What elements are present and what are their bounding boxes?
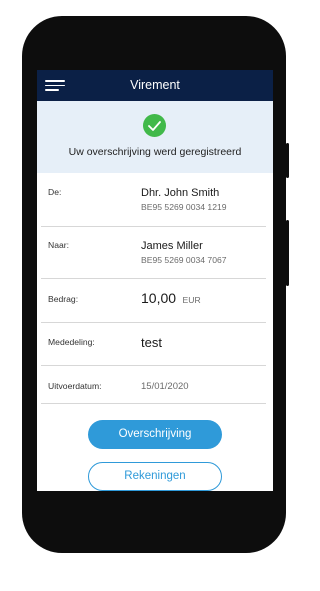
detail-row-message: Mededeling: test	[41, 323, 266, 366]
success-message: Uw overschrijving werd geregistreerd	[68, 146, 242, 158]
to-name: James Miller	[141, 240, 203, 252]
message-label: Mededeling:	[48, 337, 95, 347]
overschrijving-button[interactable]: Overschrijving	[88, 420, 222, 449]
to-label: Naar:	[48, 240, 70, 250]
app-bar: Virement	[37, 70, 273, 101]
amount-value: 10,00	[141, 290, 177, 306]
check-circle-icon	[143, 114, 166, 137]
amount-currency: EUR	[182, 295, 201, 305]
from-name: Dhr. John Smith	[141, 187, 220, 199]
message-value: test	[141, 335, 162, 350]
from-iban: BE95 5269 0034 1219	[141, 202, 227, 212]
page-title: Virement	[130, 78, 180, 92]
phone-side-button-lower	[286, 220, 289, 286]
phone-side-button-upper	[286, 143, 289, 178]
execution-date-label: Uitvoerdatum:	[48, 381, 102, 391]
detail-row-from: De: Dhr. John Smith BE95 5269 0034 1219	[41, 173, 266, 227]
amount-label: Bedrag:	[48, 294, 79, 304]
rekeningen-button[interactable]: Rekeningen	[88, 462, 222, 491]
detail-row-to: Naar: James Miller BE95 5269 0034 7067	[41, 227, 266, 279]
execution-date-value: 15/01/2020	[141, 381, 189, 392]
amount-value-group: 10,00 EUR	[141, 290, 201, 308]
detail-row-execution-date: Uitvoerdatum: 15/01/2020	[41, 366, 266, 404]
from-label: De:	[48, 187, 62, 197]
to-iban: BE95 5269 0034 7067	[141, 255, 227, 265]
app-screen: Virement Uw overschrijving werd geregist…	[37, 70, 273, 491]
success-banner: Uw overschrijving werd geregistreerd	[37, 101, 273, 173]
detail-row-amount: Bedrag: 10,00 EUR	[41, 279, 266, 323]
